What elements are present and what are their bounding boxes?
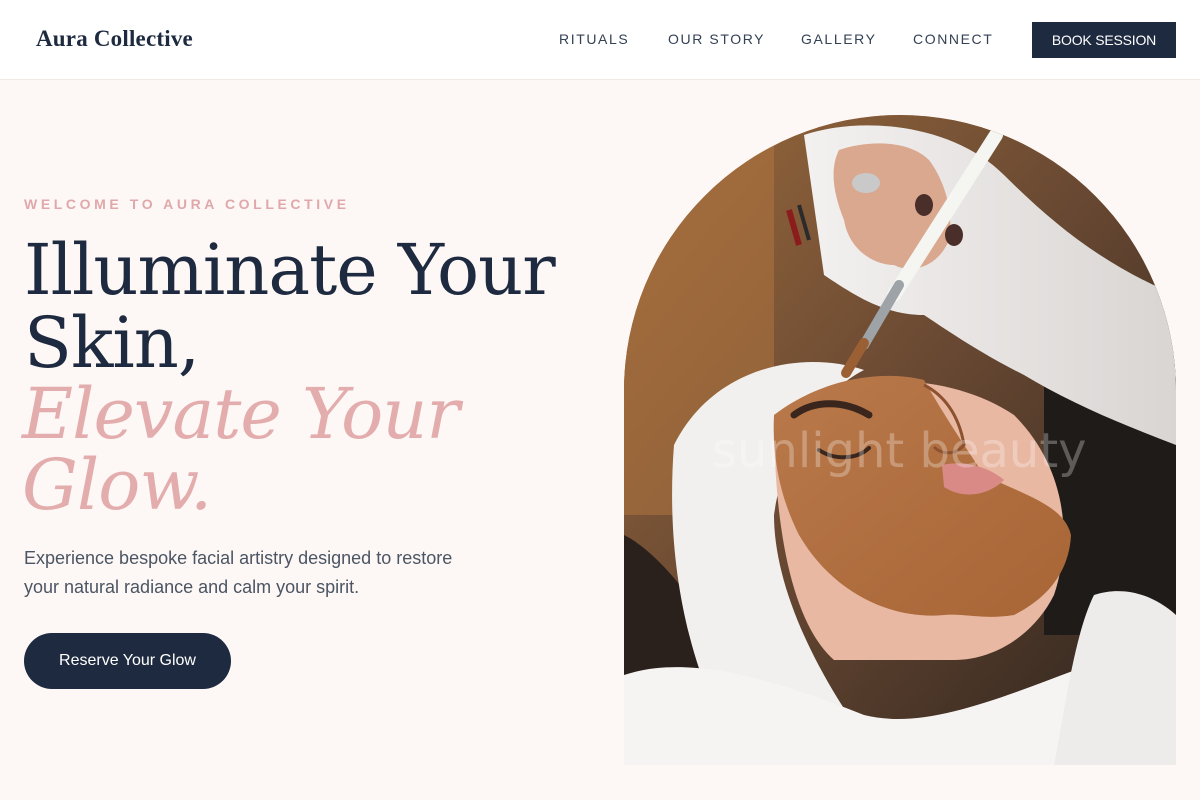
book-session-button[interactable]: BOOK SESSION	[1032, 22, 1176, 58]
nav-link-connect[interactable]: CONNECT	[913, 31, 993, 47]
hero-headline-line1: Illuminate Your	[24, 229, 556, 311]
reserve-glow-button[interactable]: Reserve Your Glow	[24, 633, 231, 689]
hero-subtitle: Experience bespoke facial artistry desig…	[24, 548, 453, 597]
image-watermark-text: sunlight beauty	[712, 423, 1087, 479]
brand-logo[interactable]: Aura Collective	[36, 26, 193, 52]
nav-link-our-story[interactable]: OUR STORY	[668, 31, 765, 47]
hero-facial-treatment-image: sunlight beauty	[624, 115, 1176, 765]
hero-headline-accent-line2: Glow.	[22, 444, 212, 526]
site-header: Aura Collective RITUALS OUR STORY GALLER…	[0, 0, 1200, 80]
hero-headline-line2: Skin,	[24, 302, 200, 384]
nav-link-rituals[interactable]: RITUALS	[559, 31, 629, 47]
hero-headline-accent-line1: Elevate Your	[22, 373, 460, 455]
hero-eyebrow: WELCOME TO AURA COLLECTIVE	[24, 196, 350, 212]
nav-link-gallery[interactable]: GALLERY	[801, 31, 877, 47]
